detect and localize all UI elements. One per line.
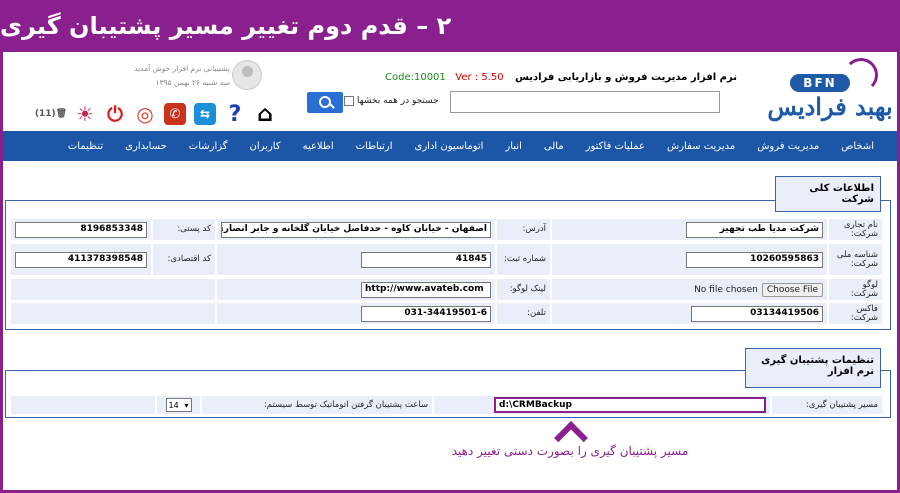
phone-cell: 031-34419501-6 <box>216 302 496 325</box>
company-logo[interactable]: BFN بهبد فرادیس <box>762 58 898 126</box>
reg-no-label: شماره ثبت: <box>496 243 551 276</box>
toolbar-icons: (11) 🗑 ☀ ⏻ ◎ ✆ ⇆ ? ⌂ <box>34 100 276 128</box>
trash-count: (11) <box>34 109 56 119</box>
app-version: Ver : 5.50 <box>455 72 504 83</box>
company-row-2: شناسه ملی شرکت: 10260595863 شماره ثبت: 4… <box>10 243 883 276</box>
backup-path-cell: d:\CRMBackup <box>433 395 771 415</box>
home-icon[interactable]: ⌂ <box>254 102 276 127</box>
empty-cell <box>10 395 156 415</box>
trade-name-label: نام تجاری شرکت: <box>828 218 883 241</box>
trade-name-cell: شرکت مدیا طب تجهیز <box>551 218 828 241</box>
welcome-text: پشتیبانی نرم افزار خوش آمدید <box>134 64 230 73</box>
national-id-label: شناسه ملی شرکت: <box>828 243 883 276</box>
backup-time-value: 14 <box>168 400 179 410</box>
empty-cell <box>10 278 216 301</box>
menu-item-announcements[interactable]: اطلاعیه <box>292 141 345 152</box>
avatar[interactable] <box>232 60 262 90</box>
trade-name-field[interactable]: شرکت مدیا طب تجهیز <box>686 221 823 238</box>
chevron-down-icon: ▾ <box>184 400 189 410</box>
fingerprint-icon[interactable]: ☀ <box>74 102 96 126</box>
company-info-title: اطلاعات کلی شرکت <box>775 176 881 212</box>
fax-label: فاکس شرکت: <box>828 302 883 325</box>
logo-file-input[interactable]: No file chosen Choose File <box>694 282 823 297</box>
company-row-3: لوگو شرکت: No file chosen Choose File لی… <box>10 278 883 301</box>
economic-code-cell: 411378398548 <box>10 243 152 276</box>
menu-item-office-automation[interactable]: اتوماسیون اداری <box>404 141 495 152</box>
backup-time-select[interactable]: 14 ▾ <box>165 398 192 412</box>
file-status: No file chosen <box>694 284 758 295</box>
phone-field[interactable]: 031-34419501-6 <box>361 305 491 322</box>
menu-item-users[interactable]: کاربران <box>239 141 292 152</box>
reg-no-cell: 41845 <box>216 243 496 276</box>
app-title: نرم افزار مدیریت فروش و بازاریابی فرادیس <box>515 72 737 83</box>
address-cell: اصفهان - خیابان کاوه - حدفاصل خیابان گلخ… <box>216 218 496 241</box>
menu-item-warehouse[interactable]: انبار <box>494 141 532 152</box>
address-label: آدرس: <box>496 218 551 241</box>
logo-link-label: لینک لوگو: <box>496 278 551 301</box>
company-row-4: فاکس شرکت: 03134419506 تلفن: 031-3441950… <box>10 302 883 325</box>
menu-item-finance[interactable]: مالی <box>533 141 575 152</box>
menu-item-accounting[interactable]: حسابداری <box>114 141 178 152</box>
banner-title: ۲ – قدم دوم تغییر مسیر پشتیبان گیری <box>0 12 452 40</box>
lifebuoy-icon[interactable]: ◎ <box>134 102 156 126</box>
backup-row: مسیر پشتیبان گیری: d:\CRMBackup ساعت پشت… <box>10 395 883 415</box>
backup-path-label: مسیر پشتیبان گیری: <box>771 395 883 415</box>
reg-no-field[interactable]: 41845 <box>361 251 491 268</box>
menu-item-orders[interactable]: مدیریت سفارش <box>656 141 746 152</box>
app-name: نرم افزار مدیریت فروش و بازاریابی فرادیس… <box>385 72 737 83</box>
search-all-option[interactable]: جستجو در همه بخشها <box>344 96 439 106</box>
empty-cell <box>10 302 216 325</box>
logo-link-field[interactable]: http://www.avateb.com <box>361 281 491 298</box>
backup-path-field[interactable]: d:\CRMBackup <box>494 397 766 413</box>
national-id-field[interactable]: 10260595863 <box>686 251 823 268</box>
economic-code-field[interactable]: 411378398548 <box>15 251 147 268</box>
main-menu: اشخاص مدیریت فروش مدیریت سفارش عملیات فا… <box>3 131 897 161</box>
search-input[interactable] <box>450 91 720 113</box>
menu-item-settings[interactable]: تنظیمات <box>57 141 114 152</box>
choose-file-button[interactable]: Choose File <box>761 282 823 297</box>
backup-time-label: ساعت پشتیبان گرفتن اتوماتیک توسط سیستم: <box>201 395 433 415</box>
logo-link-cell: http://www.avateb.com <box>216 278 496 301</box>
menu-item-invoice[interactable]: عملیات فاکتور <box>575 141 656 152</box>
app-code: Code:10001 <box>385 72 446 83</box>
menu-item-reports[interactable]: گزارشات <box>178 141 239 152</box>
menu-item-persons[interactable]: اشخاص <box>830 141 885 152</box>
backup-time-cell: 14 ▾ <box>156 395 201 415</box>
trash-icon[interactable]: (11) 🗑 <box>34 103 67 125</box>
phone-icon[interactable]: ✆ <box>164 103 186 125</box>
teamviewer-icon[interactable]: ⇆ <box>194 103 216 125</box>
address-field[interactable]: اصفهان - خیابان کاوه - حدفاصل خیابان گلخ… <box>221 221 491 238</box>
logo-upload-cell: No file chosen Choose File <box>551 278 828 301</box>
search-all-checkbox[interactable] <box>344 96 354 106</box>
search-all-label: جستجو در همه بخشها <box>357 96 439 106</box>
economic-code-label: کد اقتصادی: <box>152 243 216 276</box>
national-id-cell: 10260595863 <box>551 243 828 276</box>
postal-code-cell: 8196853348 <box>10 218 152 241</box>
power-icon[interactable]: ⏻ <box>104 102 126 126</box>
logo-label: لوگو شرکت: <box>828 278 883 301</box>
fax-field[interactable]: 03134419506 <box>691 305 823 322</box>
fax-cell: 03134419506 <box>551 302 828 325</box>
current-date: سه شنبه ۲۶ بهمن ۱۳۹۵ <box>155 78 230 87</box>
search-button[interactable] <box>307 92 343 113</box>
phone-label: تلفن: <box>496 302 551 325</box>
menu-item-sales[interactable]: مدیریت فروش <box>746 141 830 152</box>
logo-text: بهبد فرادیس <box>767 92 893 121</box>
pointer-arrow-icon <box>555 420 585 440</box>
help-icon[interactable]: ? <box>224 102 246 127</box>
menu-item-communications[interactable]: ارتباطات <box>345 141 404 152</box>
tutorial-banner: ۲ – قدم دوم تغییر مسیر پشتیبان گیری <box>0 0 900 52</box>
welcome-block: پشتیبانی نرم افزار خوش آمدید سه شنبه ۲۶ … <box>100 62 230 90</box>
postal-code-field[interactable]: 8196853348 <box>15 221 147 238</box>
company-row-1: نام تجاری شرکت: شرکت مدیا طب تجهیز آدرس:… <box>10 218 883 241</box>
postal-code-label: کد پستی: <box>152 218 216 241</box>
logo-badge: BFN <box>790 74 850 92</box>
instruction-caption: مسیر پشتیبان گیری را بصورت دستی تغییر ده… <box>451 444 689 458</box>
backup-settings-title: تنظیمات پشتیبان گیری نرم افزار <box>745 348 881 388</box>
